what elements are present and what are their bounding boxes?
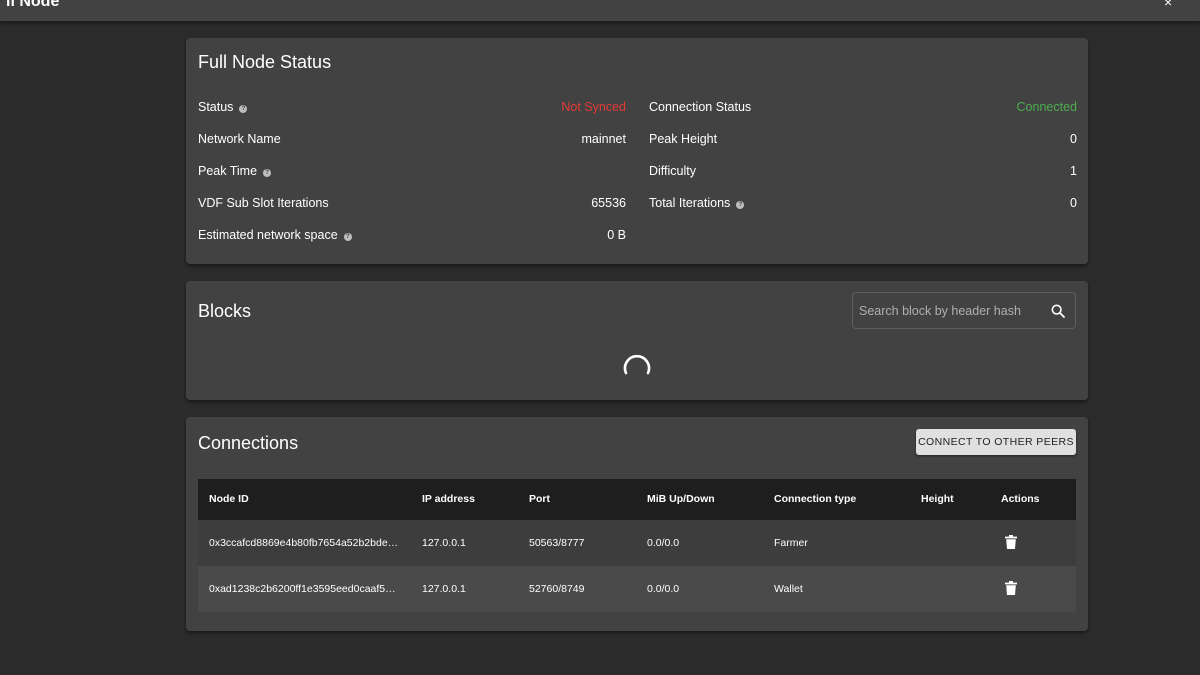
- node-id-cell: 0x3ccafcd8869e4b80fb7654a52b2bde…: [209, 537, 399, 549]
- block-search-field[interactable]: [852, 292, 1076, 329]
- column-header-node-id[interactable]: Node ID: [209, 493, 409, 505]
- difficulty-row: Difficulty 1: [649, 164, 1077, 184]
- spinner-icon: [623, 354, 651, 375]
- connect-to-peers-button[interactable]: CONNECT TO OTHER PEERS: [916, 429, 1076, 455]
- connection-type-cell: Farmer: [774, 537, 808, 549]
- connection-status-value: Connected: [1016, 100, 1077, 114]
- network-space-row: Estimated network space? 0 B: [198, 228, 626, 248]
- ip-cell: 127.0.0.1: [422, 537, 466, 549]
- block-search-input[interactable]: [859, 293, 1044, 328]
- connections-table: Node ID IP address Port MiB Up/Down Conn…: [198, 479, 1076, 613]
- help-icon[interactable]: ?: [736, 201, 745, 209]
- network-name-row: Network Name mainnet: [198, 132, 626, 152]
- mib-cell: 0.0/0.0: [647, 583, 680, 595]
- vdf-iterations-value: 65536: [591, 196, 626, 210]
- column-header-mib[interactable]: MiB Up/Down: [647, 493, 715, 505]
- peak-height-value: 0: [1070, 132, 1077, 146]
- blocks-card-title: Blocks: [198, 301, 252, 321]
- table-row: 0xad1238c2b6200ff1e3595eed0caaf5… 127.0.…: [198, 566, 1076, 612]
- blocks-card: Blocks: [186, 281, 1088, 400]
- difficulty-label: Difficulty: [649, 164, 697, 178]
- help-icon[interactable]: ?: [239, 105, 248, 113]
- ip-cell: 127.0.0.1: [422, 583, 466, 595]
- total-iterations-row: Total Iterations? 0: [649, 196, 1077, 216]
- connections-card: Connections CONNECT TO OTHER PEERS Node …: [186, 417, 1088, 631]
- table-header: Node ID IP address Port MiB Up/Down Conn…: [198, 479, 1076, 520]
- network-space-label: Estimated network space: [198, 228, 338, 242]
- vdf-iterations-label: VDF Sub Slot Iterations: [198, 196, 329, 210]
- network-space-value: 0 B: [607, 228, 626, 242]
- connection-status-row: Connection Status Connected: [649, 100, 1077, 120]
- full-node-status-card: Full Node Status Status? Not Synced Netw…: [186, 38, 1088, 264]
- status-row: Status? Not Synced: [198, 100, 626, 120]
- status-label: Status: [198, 100, 234, 114]
- status-card-title: Full Node Status: [198, 52, 332, 72]
- node-id-cell: 0xad1238c2b6200ff1e3595eed0caaf5…: [209, 583, 396, 595]
- difficulty-value: 1: [1070, 164, 1077, 178]
- search-icon[interactable]: [1050, 303, 1066, 319]
- peak-time-row: Peak Time?: [198, 164, 626, 184]
- table-row: 0x3ccafcd8869e4b80fb7654a52b2bde… 127.0.…: [198, 520, 1076, 566]
- column-header-actions: Actions: [1001, 493, 1040, 505]
- status-value: Not Synced: [561, 100, 626, 114]
- column-header-height[interactable]: Height: [921, 493, 954, 505]
- help-icon[interactable]: ?: [263, 169, 272, 177]
- peak-time-label: Peak Time: [198, 164, 258, 178]
- connection-type-cell: Wallet: [774, 583, 803, 595]
- total-iterations-label: Total Iterations: [649, 196, 731, 210]
- vdf-iterations-row: VDF Sub Slot Iterations 65536: [198, 196, 626, 216]
- port-cell: 50563/8777: [529, 537, 585, 549]
- column-header-connection-type[interactable]: Connection type: [774, 493, 856, 505]
- close-icon[interactable]: ×: [1164, 0, 1172, 10]
- connections-card-title: Connections: [198, 433, 299, 453]
- network-name-value: mainnet: [581, 132, 626, 146]
- peak-height-label: Peak Height: [649, 132, 718, 146]
- peak-height-row: Peak Height 0: [649, 132, 1077, 152]
- column-header-port[interactable]: Port: [529, 493, 550, 505]
- network-name-label: Network Name: [198, 132, 281, 146]
- column-header-ip-address[interactable]: IP address: [422, 493, 475, 505]
- mib-cell: 0.0/0.0: [647, 537, 680, 549]
- window-title: ll Node: [6, 0, 60, 10]
- trash-icon[interactable]: [1005, 535, 1017, 549]
- port-cell: 52760/8749: [529, 583, 585, 595]
- help-icon[interactable]: ?: [343, 233, 352, 241]
- connection-status-label: Connection Status: [649, 100, 752, 114]
- trash-icon[interactable]: [1005, 581, 1017, 595]
- app-header: ll Node ×: [0, 0, 1200, 21]
- total-iterations-value: 0: [1070, 196, 1077, 210]
